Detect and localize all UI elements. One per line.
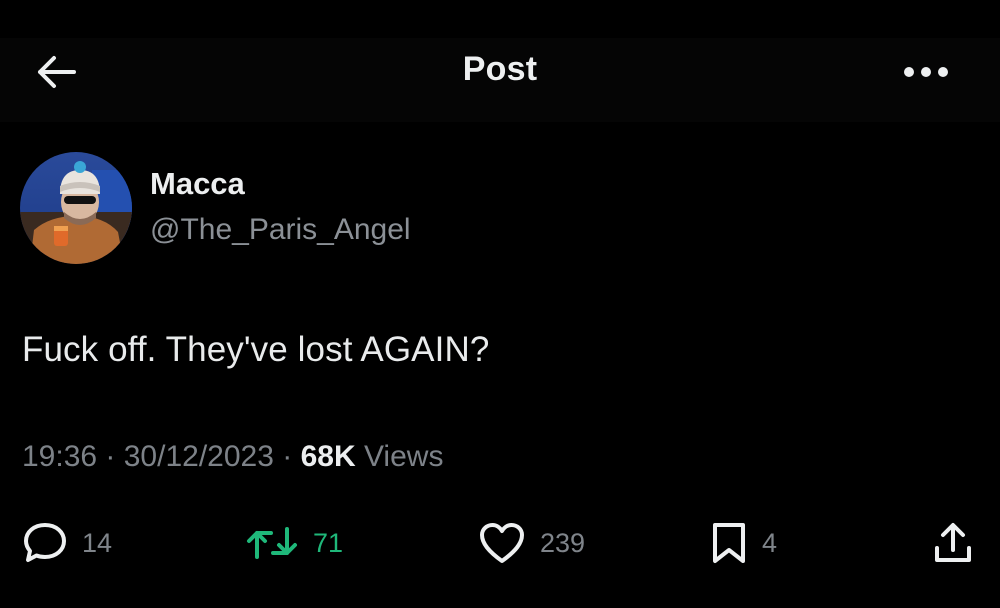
views-count: 68K bbox=[300, 440, 356, 473]
meta-separator: · bbox=[273, 440, 301, 473]
bookmark-count: 4 bbox=[762, 527, 778, 558]
more-options-button[interactable] bbox=[896, 52, 956, 92]
meta-separator: · bbox=[97, 440, 124, 473]
avatar-image bbox=[20, 152, 132, 264]
share-button[interactable] bbox=[932, 515, 974, 571]
author-display-name[interactable]: Macca bbox=[150, 166, 245, 202]
post-meta: 19:36 · 30/12/2023 · 68K Views bbox=[22, 440, 443, 474]
status-strip bbox=[0, 0, 1000, 38]
heart-icon bbox=[480, 523, 524, 563]
repost-button[interactable]: 71 bbox=[245, 515, 343, 571]
repost-count: 71 bbox=[313, 527, 344, 558]
repost-icon bbox=[247, 527, 297, 559]
bookmark-button[interactable]: 4 bbox=[710, 515, 777, 571]
reply-count: 14 bbox=[82, 527, 113, 558]
bookmark-icon bbox=[713, 523, 745, 563]
action-bar: 14 71 239 4 bbox=[0, 515, 1000, 571]
more-horizontal-icon bbox=[904, 67, 948, 77]
share-icon bbox=[935, 523, 971, 562]
like-button[interactable]: 239 bbox=[478, 515, 585, 571]
views-label: Views bbox=[363, 440, 444, 473]
post-time[interactable]: 19:36 bbox=[22, 440, 97, 473]
like-count: 239 bbox=[540, 527, 586, 558]
author-handle[interactable]: @The_Paris_Angel bbox=[150, 213, 411, 247]
post-date[interactable]: 30/12/2023 bbox=[124, 440, 274, 473]
speech-bubble-icon bbox=[24, 523, 66, 562]
avatar[interactable] bbox=[20, 152, 132, 264]
post-text: Fuck off. They've lost AGAIN? bbox=[22, 330, 490, 369]
page-title: Post bbox=[462, 50, 538, 88]
reply-button[interactable]: 14 bbox=[22, 515, 112, 571]
